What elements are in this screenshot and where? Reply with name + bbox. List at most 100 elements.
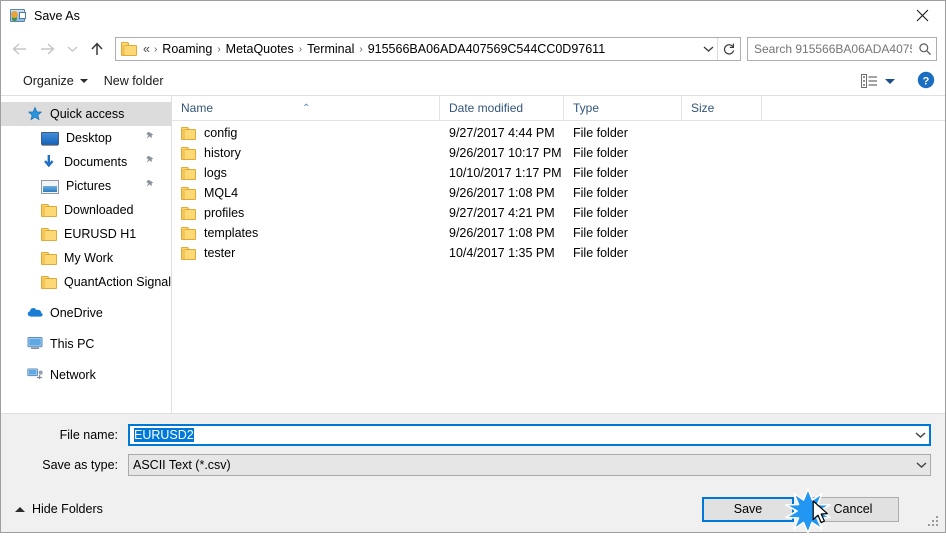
star-icon [27,106,43,122]
cancel-button[interactable]: Cancel [807,496,899,522]
file-name-cell: history [172,146,440,160]
file-name-label: profiles [204,206,245,220]
folder-icon [181,186,196,200]
column-header-date-modified[interactable]: Date modified [440,96,564,120]
file-type-cell: File folder [573,186,628,200]
table-row[interactable]: templates 9/26/2017 1:08 PM File folder [172,223,945,243]
breadcrumb-separator: › [217,43,221,55]
column-header-name[interactable]: Name ⌃ [172,96,440,120]
sidebar-item-this-pc[interactable]: This PC [1,332,171,356]
file-type-cell: File folder [573,206,628,220]
breadcrumb-item-guid[interactable]: 915566BA06ADA407569C544CC0D97611 [365,40,608,58]
breadcrumb-overflow[interactable]: « [141,40,152,58]
sidebar-item-quick-access[interactable]: Quick access [1,102,171,126]
file-type-cell: File folder [573,146,628,160]
save-as-type-select[interactable]: ASCII Text (*.csv) [128,454,931,476]
table-row[interactable]: config 9/27/2017 4:44 PM File folder [172,123,945,143]
file-name-input[interactable]: EURUSD2 [128,424,931,446]
search-input[interactable] [748,42,914,56]
address-bar[interactable]: « › Roaming › MetaQuotes › Terminal › 91… [115,37,741,61]
resize-grip[interactable] [928,516,940,528]
sidebar-item-eurusd-h1[interactable]: EURUSD H1 [1,222,171,246]
sidebar-item-my-work[interactable]: My Work [1,246,171,270]
sidebar-item-pictures[interactable]: Pictures [1,174,171,198]
file-name-dropdown-button[interactable] [912,426,929,444]
file-type-cell: File folder [573,226,628,240]
chevron-down-icon [915,432,926,439]
sidebar-item-label: Quick access [50,107,125,121]
refresh-button[interactable] [717,38,740,60]
help-button[interactable]: ? [917,71,935,92]
column-header-size[interactable]: Size [682,96,762,120]
column-header-label: Name [181,101,214,115]
up-arrow-icon [91,41,103,55]
hide-folders-button[interactable]: Hide Folders [15,502,103,516]
organize-button[interactable]: Organize [15,71,96,91]
pin-icon[interactable] [145,155,155,169]
sidebar-item-label: My Work [64,251,114,265]
back-button[interactable] [5,35,33,63]
organize-label: Organize [23,74,74,88]
address-dropdown-button[interactable] [699,38,717,60]
sidebar-item-onedrive[interactable]: OneDrive [1,301,171,325]
sort-ascending-icon: ⌃ [302,103,311,114]
column-headers: Name ⌃ Date modified Type Size [172,96,945,121]
table-row[interactable]: profiles 9/27/2017 4:21 PM File folder [172,203,945,223]
sidebar-item-desktop[interactable]: Desktop [1,126,171,150]
breadcrumb-item-roaming[interactable]: Roaming [159,40,215,58]
chevron-up-icon [15,506,25,512]
view-options-button[interactable] [855,72,901,90]
file-date-cell: 10/10/2017 1:17 PM [449,166,562,180]
search-icon [914,42,936,56]
dialog-content: Quick access Desktop Documents Pictures … [1,96,945,414]
chevron-down-icon [79,79,88,83]
folder-icon [181,166,196,180]
pin-icon[interactable] [145,179,155,193]
file-type-cell: File folder [573,166,628,180]
table-row[interactable]: MQL4 9/26/2017 1:08 PM File folder [172,183,945,203]
save-button[interactable]: Save [702,496,794,522]
sidebar-item-documents[interactable]: Documents [1,150,171,174]
pin-icon[interactable] [145,131,155,145]
desktop-icon [41,132,59,145]
search-box[interactable] [747,37,937,61]
file-name-cell: MQL4 [172,186,440,200]
table-row[interactable]: history 9/26/2017 10:17 PM File folder [172,143,945,163]
file-name-cell: logs [172,166,440,180]
save-as-type-dropdown-button[interactable] [913,455,930,475]
table-row[interactable]: tester 10/4/2017 1:35 PM File folder [172,243,945,263]
folder-icon [41,275,57,289]
folder-icon [181,246,196,260]
file-name-cell: tester [172,246,440,260]
breadcrumb-item-metaquotes[interactable]: MetaQuotes [223,40,297,58]
breadcrumb-separator: › [298,43,303,55]
forward-arrow-icon [40,43,55,55]
forward-button[interactable] [33,35,61,63]
sidebar-item-network[interactable]: Network [1,363,171,387]
new-folder-button[interactable]: New folder [96,71,172,91]
folder-icon [121,42,137,56]
table-row[interactable]: logs 10/10/2017 1:17 PM File folder [172,163,945,183]
file-name-label: tester [204,246,236,260]
folder-icon [41,251,57,265]
recent-locations-button[interactable] [61,35,83,63]
column-header-type[interactable]: Type [564,96,682,120]
breadcrumb-item-terminal[interactable]: Terminal [304,40,357,58]
save-as-dialog: Save As « › Roaming › MetaQuotes › Termi… [0,0,946,533]
file-rows: config 9/27/2017 4:44 PM File folder his… [172,121,945,413]
navigation-pane: Quick access Desktop Documents Pictures … [1,96,172,413]
file-name-label: File name: [59,428,118,442]
file-name-label: history [204,146,241,160]
save-as-icon [10,8,26,24]
file-date-cell: 10/4/2017 1:35 PM [449,246,555,260]
breadcrumb: « › Roaming › MetaQuotes › Terminal › 91… [141,40,699,58]
up-button[interactable] [83,35,111,63]
file-name-cell: profiles [172,206,440,220]
sidebar-item-downloaded[interactable]: Downloaded [1,198,171,222]
file-name-label: MQL4 [204,186,239,200]
sidebar-item-quantaction-signal[interactable]: QuantAction Signal [1,270,171,294]
file-list-pane: Name ⌃ Date modified Type Size config 9/… [172,96,945,413]
save-form: File name: EURUSD2 Save as type: ASCII T… [1,414,945,486]
close-button[interactable] [900,1,945,30]
title-bar: Save As [1,1,945,31]
